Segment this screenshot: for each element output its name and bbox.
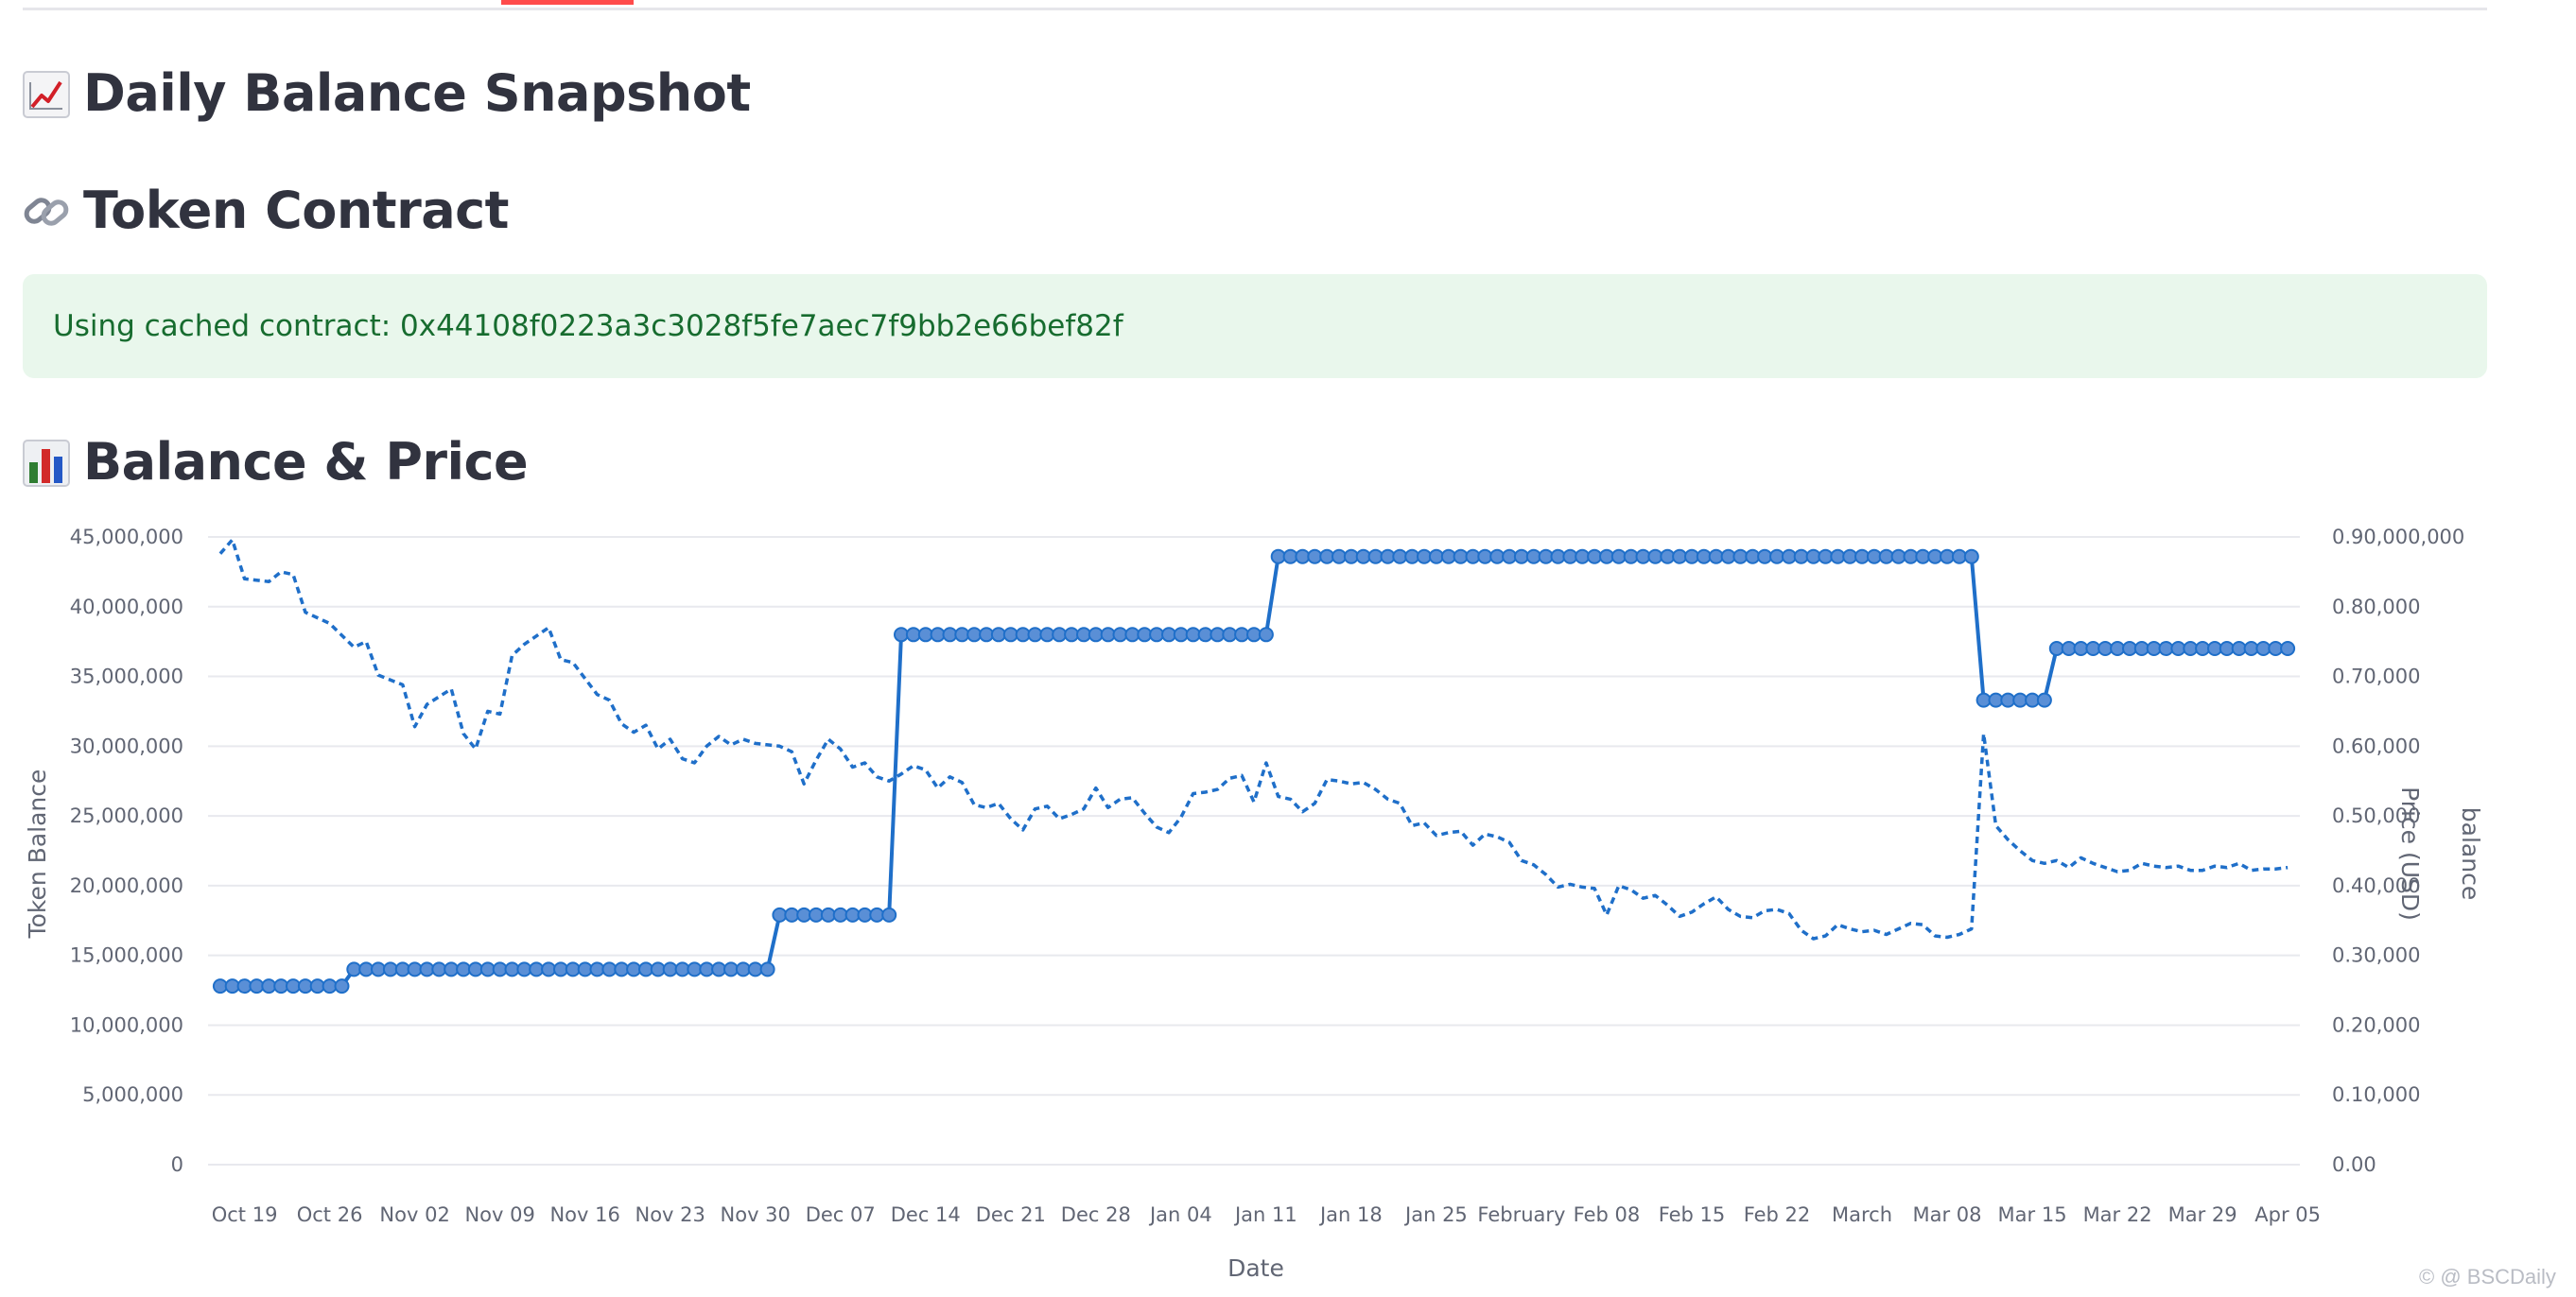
balance-point — [346, 961, 362, 977]
right-tick-label: 0.20,000 — [2332, 1013, 2421, 1036]
balance-point — [881, 907, 897, 923]
balance-point — [1258, 627, 1274, 643]
x-tick-label: Nov 30 — [721, 1203, 791, 1226]
chart-heading-text: Balance & Price — [83, 432, 529, 492]
left-tick-label: 10,000,000 — [70, 1013, 183, 1036]
x-tick-label: Dec 21 — [976, 1203, 1046, 1226]
price-series — [218, 538, 2289, 941]
x-tick-label: Mar 29 — [2168, 1203, 2237, 1226]
active-tab-indicator[interactable] — [501, 0, 634, 5]
right-tick-label: 0.90,000,000 — [2332, 526, 2464, 548]
right-tick-label: 0.30,000 — [2332, 944, 2421, 967]
tab-bar — [23, 0, 2487, 10]
x-tick-label: Oct 26 — [297, 1203, 363, 1226]
right-tick-label: 0.00 — [2332, 1153, 2376, 1176]
balance-point — [224, 978, 240, 994]
right-tick-label: 0.60,000 — [2332, 735, 2421, 757]
balance-point — [2097, 641, 2114, 656]
x-tick-label: February — [1477, 1203, 1565, 1226]
link-icon — [24, 198, 69, 226]
x-tick-label: March — [1832, 1203, 1892, 1226]
balance-point — [2255, 641, 2271, 656]
bar-chart-icon — [23, 440, 70, 487]
x-tick-label: Jan 11 — [1233, 1203, 1297, 1226]
x-tick-label: Jan 25 — [1403, 1203, 1468, 1226]
x-tick-label: Apr 05 — [2254, 1203, 2321, 1226]
x-tick-label: Oct 19 — [212, 1203, 278, 1226]
watermark: © @ BSCDaily — [2419, 1265, 2556, 1288]
right-tick-label: 0.10,000 — [2332, 1083, 2421, 1106]
x-tick-label: Dec 14 — [891, 1203, 961, 1226]
left-tick-label: 25,000,000 — [70, 804, 183, 827]
right-axis-title: Price (USD) — [2396, 787, 2424, 921]
x-tick-label: Dec 28 — [1061, 1203, 1131, 1226]
balance-point — [2231, 641, 2247, 656]
x-tick-label: Nov 16 — [549, 1203, 619, 1226]
balance-line — [219, 554, 2289, 989]
x-tick-label: Mar 22 — [2083, 1203, 2152, 1226]
x-tick-label: Nov 02 — [379, 1203, 449, 1226]
x-tick-label: Feb 08 — [1574, 1203, 1641, 1226]
right-axis-title-2: balance — [2457, 807, 2484, 900]
x-tick-label: Mar 15 — [1998, 1203, 2067, 1226]
x-tick-label: Nov 23 — [635, 1203, 705, 1226]
balance-point — [334, 978, 350, 994]
left-tick-label: 40,000,000 — [70, 596, 183, 618]
x-axis-title: Date — [1227, 1254, 1284, 1282]
right-tick-label: 0.80,000 — [2332, 596, 2421, 618]
balance-price-chart[interactable]: 45,000,000 40,000,000 35,000,000 30,000,000… — [0, 510, 2576, 1297]
price-line — [218, 538, 2289, 941]
contract-heading: Token Contract — [23, 185, 509, 236]
right-tick-label: 0.70,000 — [2332, 666, 2421, 688]
left-tick-label: 0 — [171, 1153, 183, 1176]
page-title-text: Daily Balance Snapshot — [83, 63, 751, 123]
contract-heading-text: Token Contract — [83, 181, 509, 240]
left-tick-label: 30,000,000 — [70, 735, 183, 757]
balance-point — [2012, 692, 2028, 708]
balance-point — [1951, 548, 1967, 564]
balance-point — [431, 961, 447, 977]
left-axis-title: Token Balance — [24, 770, 51, 940]
x-axis-ticks: Oct 19 Oct 26 Nov 02 Nov 09 Nov 16 Nov 23 Nov … — [212, 1203, 2321, 1226]
left-tick-label: 20,000,000 — [70, 874, 183, 897]
x-tick-label: Jan 04 — [1148, 1203, 1212, 1226]
left-axis-ticks: 45,000,000 40,000,000 35,000,000 30,000,000… — [70, 526, 183, 1176]
balance-point — [1963, 548, 1979, 564]
left-tick-label: 45,000,000 — [70, 526, 183, 548]
balance-point — [2280, 641, 2296, 656]
x-tick-label: Feb 15 — [1659, 1203, 1726, 1226]
x-tick-label: Dec 07 — [806, 1203, 876, 1226]
x-tick-label: Mar 08 — [1913, 1203, 1982, 1226]
x-tick-label: Feb 22 — [1744, 1203, 1811, 1226]
cached-contract-message: Using cached contract: 0x44108f0223a3c30… — [53, 309, 1123, 343]
x-tick-label: Nov 09 — [464, 1203, 534, 1226]
left-tick-label: 35,000,000 — [70, 666, 183, 688]
chart-heading: Balance & Price — [23, 437, 529, 488]
page-title: Daily Balance Snapshot — [23, 68, 751, 119]
balance-point — [261, 978, 277, 994]
left-tick-label: 5,000,000 — [82, 1083, 183, 1106]
balance-point — [2170, 641, 2186, 656]
success-alert: Using cached contract: 0x44108f0223a3c30… — [23, 274, 2487, 378]
x-tick-label: Jan 18 — [1318, 1203, 1383, 1226]
chart-increasing-icon — [23, 71, 70, 118]
balance-point — [759, 961, 775, 977]
balance-point — [2036, 692, 2052, 708]
left-tick-label: 15,000,000 — [70, 944, 183, 967]
